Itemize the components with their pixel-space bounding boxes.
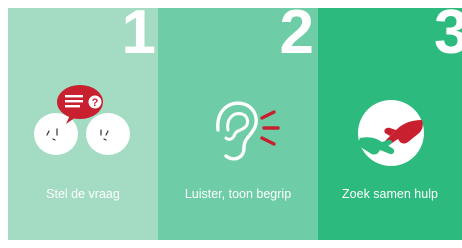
ear-listening-icon <box>216 101 280 161</box>
step-panel-1: 1 ? Stel de vraag <box>8 8 158 240</box>
step-caption-2: Luister, toon begrip <box>184 187 292 201</box>
step-caption-1: Stel de vraag <box>46 187 120 201</box>
step-caption-3: Zoek samen hulp <box>342 187 438 201</box>
step-panel-2: 2 Luister, toon begrip <box>158 8 318 240</box>
step-panel-3: 3 Zoek samen hulp <box>318 8 462 240</box>
helping-hands-icon <box>358 100 424 166</box>
chat-faces-icon: ? <box>34 85 130 155</box>
svg-text:?: ? <box>92 97 99 109</box>
step-number-1: 1 <box>121 8 156 67</box>
infographic: 1 ? Stel de vraag 2 Luister, toon begrip… <box>0 0 462 248</box>
step-number-2: 2 <box>279 8 314 67</box>
step-number-3: 3 <box>434 8 462 67</box>
